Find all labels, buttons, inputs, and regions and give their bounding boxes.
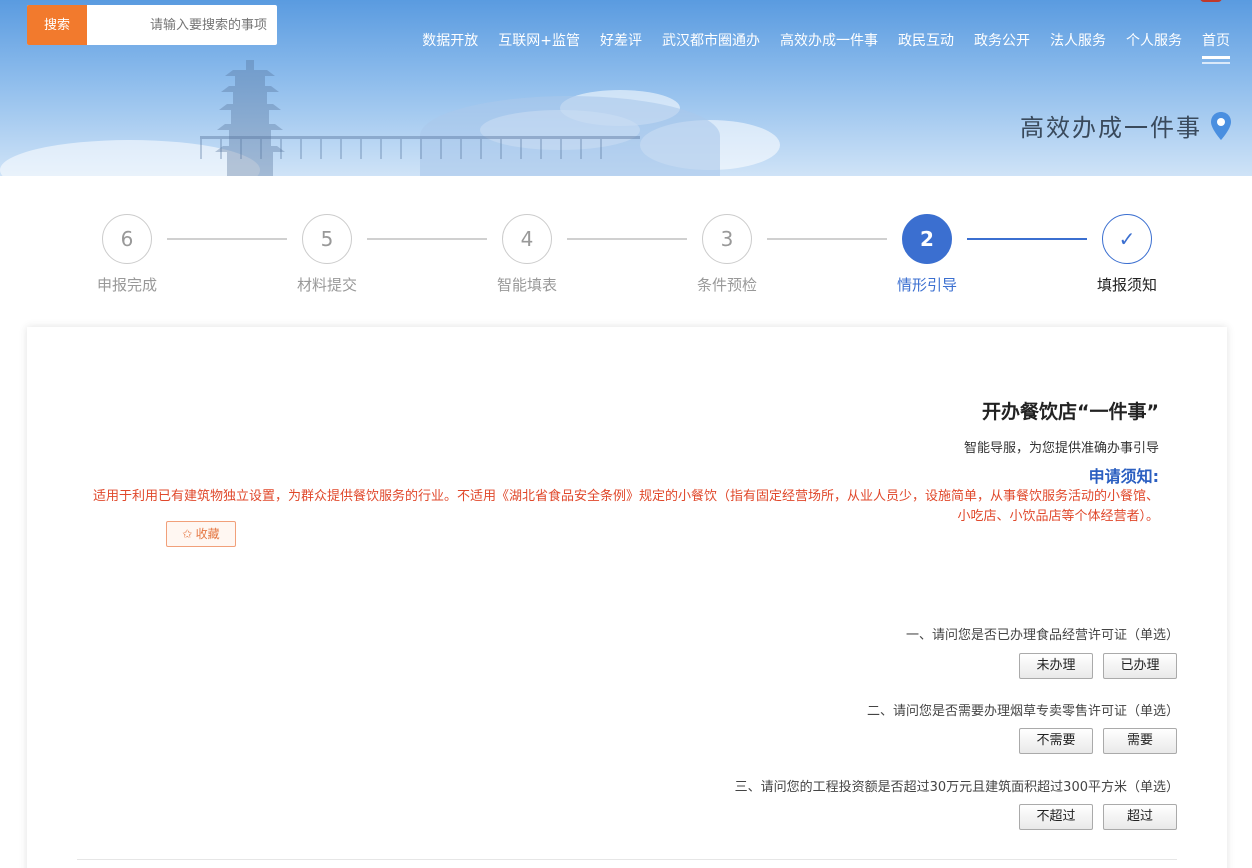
- search-box: 搜索: [27, 5, 277, 45]
- nav-supervision[interactable]: 互联网+监管: [498, 30, 580, 50]
- option-button[interactable]: 不超过: [1019, 804, 1093, 830]
- step-number: 3: [702, 214, 752, 264]
- step-4: 4 智能填表: [467, 214, 587, 295]
- step-number: 5: [302, 214, 352, 264]
- search-button[interactable]: 搜索: [27, 5, 87, 45]
- nav-open-data[interactable]: 数据开放: [422, 30, 478, 50]
- option-button[interactable]: 需要: [1103, 728, 1177, 754]
- card-title: 开办餐饮店“一件事”: [982, 401, 1159, 423]
- question-2: 二、请问您是否需要办理烟草专卖零售许可证（单选）: [866, 704, 1179, 719]
- progress-steps: 6 申报完成 5 材料提交 4 智能填表 3 条件预检 2 情形引导 ✓ 填报须…: [0, 176, 1252, 326]
- top-badge: [1200, 0, 1222, 2]
- step-number: 2: [902, 214, 952, 264]
- step-label: 材料提交: [296, 276, 357, 294]
- step-label: 申报完成: [96, 276, 157, 294]
- notice-heading: 申请须知:: [1088, 467, 1159, 486]
- notice-text: 适用于利用已有建筑物独立设置，为群众提供餐饮服务的行业。不适用《湖北省食品安全条…: [92, 489, 1159, 524]
- step-2: 2 情形引导: [867, 214, 987, 295]
- location-pin-icon: [1211, 111, 1231, 140]
- nav-metro-circle[interactable]: 武汉都市圈通办: [662, 30, 760, 50]
- option-button[interactable]: 超过: [1103, 804, 1177, 830]
- collect-button[interactable]: ✩ 收藏: [166, 521, 236, 547]
- step-label: 情形引导: [896, 276, 957, 294]
- step-label: 智能填表: [496, 276, 557, 294]
- option-button[interactable]: 未办理: [1019, 653, 1093, 679]
- divider: [77, 859, 1177, 860]
- nav-one-thing[interactable]: 高效办成一件事: [780, 30, 878, 50]
- step-label: 填报须知: [1096, 276, 1157, 294]
- step-5: 5 材料提交: [267, 214, 387, 295]
- question-3: 三、请问您的工程投资额是否超过30万元且建筑面积超过300平方米（单选）: [734, 780, 1179, 795]
- step-number: 6: [102, 214, 152, 264]
- nav-personal-service[interactable]: 个人服务: [1126, 30, 1182, 50]
- option-button[interactable]: 已办理: [1103, 653, 1177, 679]
- page-title: 高效办成一件事: [1020, 114, 1202, 142]
- question-3-options: 超过 不超过: [1019, 804, 1177, 830]
- step-6: 6 申报完成: [67, 214, 187, 295]
- step-number: 4: [502, 214, 552, 264]
- nav-evaluation[interactable]: 好差评: [600, 30, 642, 50]
- nav-legal-person-service[interactable]: 法人服务: [1050, 30, 1106, 50]
- nav-interaction[interactable]: 政民互动: [898, 30, 954, 50]
- question-1-options: 已办理 未办理: [1019, 653, 1177, 679]
- step-1: ✓ 填报须知: [1067, 214, 1187, 295]
- page-title-block: 高效办成一件事: [1020, 108, 1232, 143]
- check-icon: ✓: [1102, 214, 1152, 264]
- bridge-illustration: [200, 136, 640, 160]
- main-nav: 首页 个人服务 法人服务 政务公开 政民互动 高效办成一件事 武汉都市圈通办 好…: [422, 30, 1230, 64]
- header-banner: 搜索 首页 个人服务 法人服务 政务公开 政民互动 高效办成一件事 武汉都市圈通…: [0, 0, 1252, 176]
- step-3: 3 条件预检: [667, 214, 787, 295]
- question-2-options: 需要 不需要: [1019, 728, 1177, 754]
- option-button[interactable]: 不需要: [1019, 728, 1093, 754]
- search-input[interactable]: [89, 5, 275, 45]
- card-subtitle: 智能导服，为您提供准确办事引导: [963, 441, 1159, 456]
- nav-government-affairs[interactable]: 政务公开: [974, 30, 1030, 50]
- step-label: 条件预检: [696, 276, 757, 294]
- question-1: 一、请问您是否已办理食品经营许可证（单选）: [905, 628, 1179, 643]
- guide-card: 开办餐饮店“一件事” 智能导服，为您提供准确办事引导 申请须知: 适用于利用已有…: [27, 327, 1227, 868]
- nav-home[interactable]: 首页: [1202, 30, 1230, 64]
